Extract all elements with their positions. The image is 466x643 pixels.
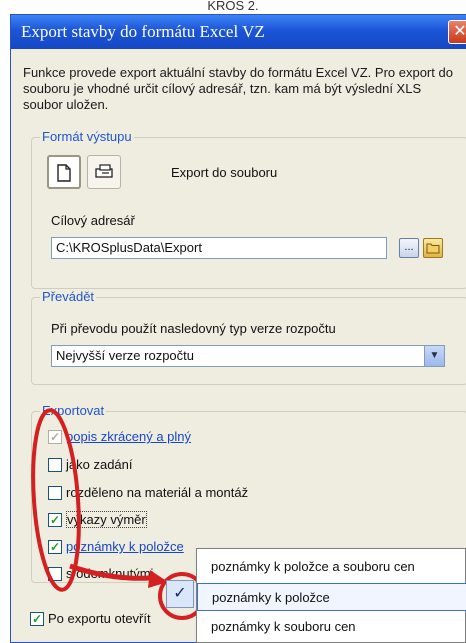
- dialog-description: Funkce provede export aktuální stavby do…: [23, 65, 453, 112]
- popup-item-item-notes[interactable]: poznámky k položce: [197, 583, 466, 611]
- converter-group: Převádět: [31, 289, 466, 385]
- export-to-printer-button[interactable]: [87, 155, 121, 189]
- option-label: jako zadání: [66, 457, 133, 473]
- target-dir-field[interactable]: C:\KROSplusData\Export: [51, 237, 387, 259]
- open-after-export-label: Po exportu otevřít: [48, 611, 151, 627]
- printer-icon: [95, 164, 113, 178]
- option-quantity-statements[interactable]: ✓ výkazy výměr: [48, 511, 147, 531]
- checkbox[interactable]: ✓: [48, 429, 62, 444]
- checkbox[interactable]: ✓: [48, 512, 62, 527]
- option-material-assembly-split[interactable]: rozděleno na materiál a montáž: [48, 484, 248, 504]
- option-label: popis zkrácený a plný: [66, 429, 192, 445]
- checkbox[interactable]: [48, 485, 62, 500]
- version-select-value: Nejvyšší verze rozpočtu: [56, 348, 194, 363]
- option-unlocked[interactable]: s odemknutými: [48, 565, 153, 585]
- converter-group-legend: Převádět: [40, 289, 97, 304]
- check-icon: ✓: [166, 580, 194, 608]
- browse-button[interactable]: ...: [399, 238, 419, 258]
- popup-item-price-list-notes[interactable]: poznámky k souboru cen: [197, 613, 466, 641]
- popup-item-notes-and-price-list[interactable]: poznámky k položce a souboru cen: [197, 553, 466, 581]
- target-dir-label: Cílový adresář: [51, 213, 135, 228]
- version-select[interactable]: Nejvyšší verze rozpočtu ▼: [51, 345, 445, 367]
- checkbox[interactable]: ✓: [48, 539, 62, 554]
- option-label: výkazy výměr: [66, 511, 147, 529]
- folder-icon: [426, 243, 440, 254]
- checkbox[interactable]: ✓: [30, 611, 44, 626]
- document-icon: [57, 164, 71, 182]
- export-options-legend: Exportovat: [40, 403, 107, 418]
- export-mode-label: Export do souboru: [171, 165, 278, 180]
- dropdown-arrow-icon[interactable]: ▼: [424, 346, 444, 366]
- notes-popup-menu: poznámky k položce a souboru cen poznámk…: [196, 548, 466, 643]
- converter-prompt: Při převodu použít nasledovný typ verze …: [51, 321, 336, 336]
- option-label: rozděleno na materiál a montáž: [66, 485, 249, 501]
- option-short-long-description[interactable]: ✓ popis zkrácený a plný: [48, 428, 191, 448]
- open-after-export[interactable]: ✓ Po exportu otevřít: [30, 610, 151, 630]
- checkbox[interactable]: [48, 566, 62, 581]
- option-as-assignment[interactable]: jako zadání: [48, 456, 133, 476]
- export-to-file-button[interactable]: [47, 155, 81, 189]
- dialog-title: Export stavby do formátu Excel VZ: [11, 15, 466, 49]
- checkbox[interactable]: [48, 457, 62, 472]
- close-button[interactable]: ✕: [448, 20, 466, 44]
- option-label: s odemknutými: [66, 566, 154, 582]
- open-folder-button[interactable]: [423, 238, 443, 258]
- option-label: poznámky k položce: [66, 539, 184, 555]
- format-group-legend: Formát výstupu: [40, 129, 134, 144]
- option-item-notes[interactable]: ✓ poznámky k položce: [48, 538, 184, 558]
